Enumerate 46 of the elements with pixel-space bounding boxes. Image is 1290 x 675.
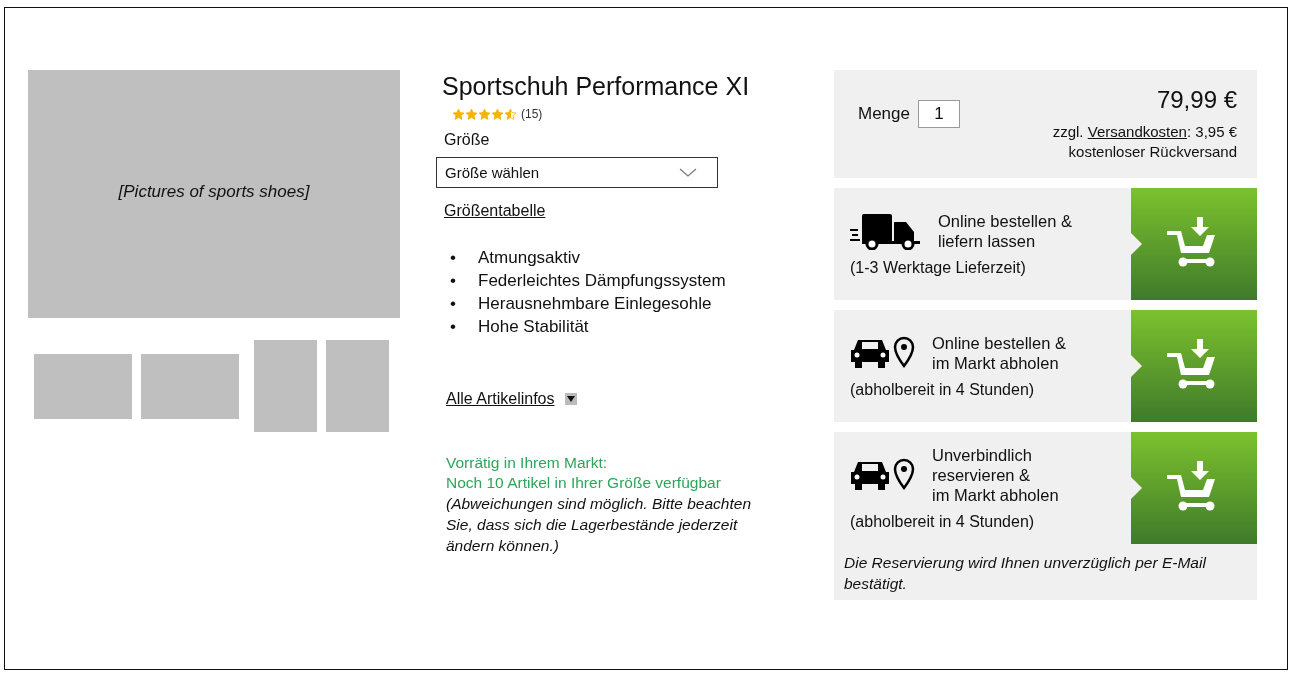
- truck-icon: [850, 212, 922, 250]
- price: 79,99 €: [1156, 86, 1237, 114]
- feature-item: Hohe Stabilität: [478, 316, 589, 338]
- reservation-note: Die Reservierung wird Ihnen unverzüglich per E-Mail bestätigt.: [844, 553, 1208, 594]
- free-returns-text: kostenloser Rückversand: [1068, 142, 1237, 162]
- stock-note: (Abweichungen sind möglich. Bitte beachten Sie, dass sich die Lagerbestände jederzeit ändern können.): [446, 494, 753, 556]
- thumbnail-placeholder[interactable]: [141, 353, 239, 419]
- option-title: Online bestellen & im Markt abholen: [932, 333, 1066, 373]
- option-title: Unverbindlich reservieren & im Markt abholen: [932, 445, 1059, 505]
- size-label: Größe: [444, 131, 491, 149]
- bullet: •: [450, 316, 457, 338]
- feature-item: Atmungsaktiv: [478, 247, 581, 269]
- add-to-cart-button[interactable]: [1131, 432, 1257, 544]
- review-count: (15): [521, 107, 543, 121]
- expand-toggle-icon[interactable]: [564, 393, 577, 405]
- shipping-cost-link[interactable]: Versandkosten: [1087, 123, 1187, 140]
- chevron-down-icon: [679, 168, 697, 177]
- image-caption: [Pictures of sports shoes]: [118, 182, 310, 202]
- quantity-field[interactable]: 1: [918, 100, 960, 128]
- car-and-pin-icon: [850, 336, 916, 370]
- quantity-label: Menge: [858, 104, 910, 124]
- stock-detail: Noch 10 Artikel in Ihrer Größe verfügbar: [446, 473, 722, 493]
- pointer-notch: [1131, 355, 1142, 377]
- add-to-cart-button[interactable]: [1131, 188, 1257, 300]
- size-dropdown[interactable]: Größe wählen: [436, 157, 718, 188]
- thumbnail-placeholder[interactable]: [326, 340, 389, 432]
- pointer-notch: [1131, 477, 1142, 499]
- thumbnail-placeholder[interactable]: [34, 353, 132, 419]
- feature-item: Herausnehmbare Einlegesohle: [478, 293, 712, 315]
- option-detail: (abholbereit in 4 Stunden): [850, 381, 1036, 399]
- shipping-cost-text: zzgl. Versandkosten: 3,95 €: [1052, 122, 1237, 142]
- add-to-cart-button[interactable]: [1131, 310, 1257, 422]
- option-title: Online bestellen & liefern lassen: [938, 211, 1072, 251]
- thumbnail-placeholder[interactable]: [254, 340, 317, 432]
- bullet: •: [450, 247, 457, 269]
- bullet: •: [450, 293, 457, 315]
- option-detail: (1-3 Werktage Lieferzeit): [850, 259, 1027, 277]
- all-info-link[interactable]: Alle Artikelinfos: [446, 390, 555, 408]
- feature-item: Federleichtes Dämpfungssystem: [478, 270, 726, 292]
- pointer-notch: [1131, 233, 1142, 255]
- bullet: •: [450, 270, 457, 292]
- car-and-pin-icon: [850, 458, 916, 492]
- product-title: Sportschuh Performance XI: [442, 72, 751, 101]
- size-chart-link[interactable]: Größentabelle: [444, 202, 546, 219]
- stock-status: Vorrätig in Ihrem Markt:: [446, 453, 609, 473]
- option-detail: (abholbereit in 4 Stunden): [850, 513, 1036, 531]
